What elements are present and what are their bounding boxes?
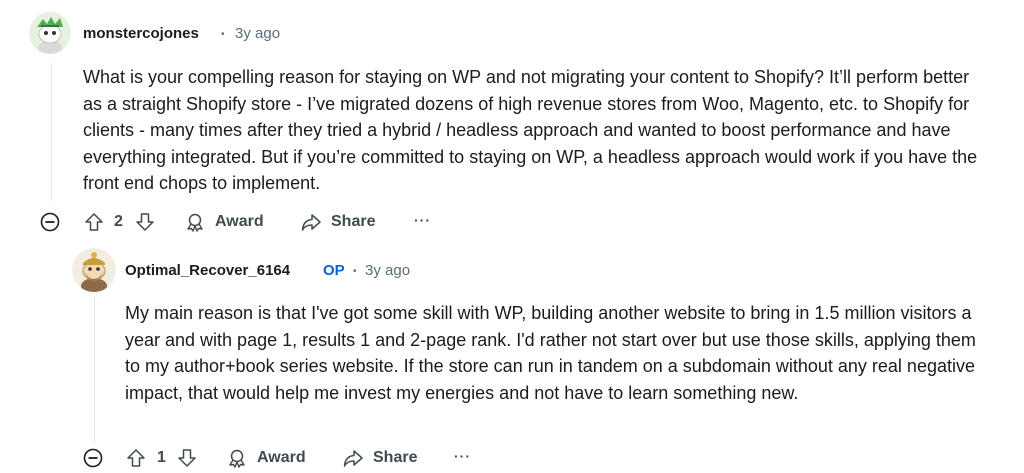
comment-timestamp[interactable]: 3y ago — [235, 25, 280, 42]
thread-line-parent — [51, 62, 52, 202]
share-label: Share — [331, 213, 376, 230]
share-label: Share — [373, 449, 418, 466]
avatar[interactable] — [29, 12, 71, 54]
award-icon — [187, 213, 203, 232]
collapse-minus-icon — [40, 212, 60, 232]
collapse-thread-button[interactable] — [40, 212, 60, 237]
meta-separator: • — [221, 29, 225, 40]
share-arrow-icon — [343, 450, 363, 467]
vote-score: 1 — [157, 449, 166, 466]
downvote-arrow-icon — [136, 213, 154, 231]
collapse-minus-icon — [83, 448, 103, 468]
share-button[interactable]: Share — [343, 448, 417, 468]
more-options-button[interactable]: ··· — [414, 212, 431, 228]
more-options-button[interactable]: ··· — [454, 448, 471, 464]
award-icon — [229, 449, 245, 468]
comment-body: My main reason is that I've got some ski… — [125, 303, 976, 403]
upvote-arrow-icon — [85, 213, 103, 231]
share-arrow-icon — [301, 214, 321, 231]
award-label: Award — [257, 449, 306, 466]
snoo-avatar-green-hair-icon — [29, 12, 71, 54]
downvote-button[interactable] — [134, 211, 156, 233]
snoo-avatar-bearded-icon — [72, 248, 116, 292]
comment-body: What is your compelling reason for stayi… — [83, 67, 978, 193]
op-badge: OP — [323, 262, 345, 279]
meta-separator: • — [353, 266, 357, 277]
share-button[interactable]: Share — [301, 212, 375, 232]
thread-line-reply — [94, 296, 95, 444]
award-label: Award — [215, 213, 264, 230]
award-button[interactable]: Award — [227, 448, 306, 468]
comment-username[interactable]: monstercojones — [83, 25, 199, 42]
vote-score: 2 — [114, 213, 123, 230]
collapse-thread-button[interactable] — [83, 448, 103, 473]
comment-timestamp[interactable]: 3y ago — [365, 262, 410, 279]
award-button[interactable]: Award — [185, 212, 264, 232]
avatar[interactable] — [72, 248, 116, 292]
upvote-button[interactable] — [83, 211, 105, 233]
comment-username[interactable]: Optimal_Recover_6164 — [125, 262, 290, 279]
